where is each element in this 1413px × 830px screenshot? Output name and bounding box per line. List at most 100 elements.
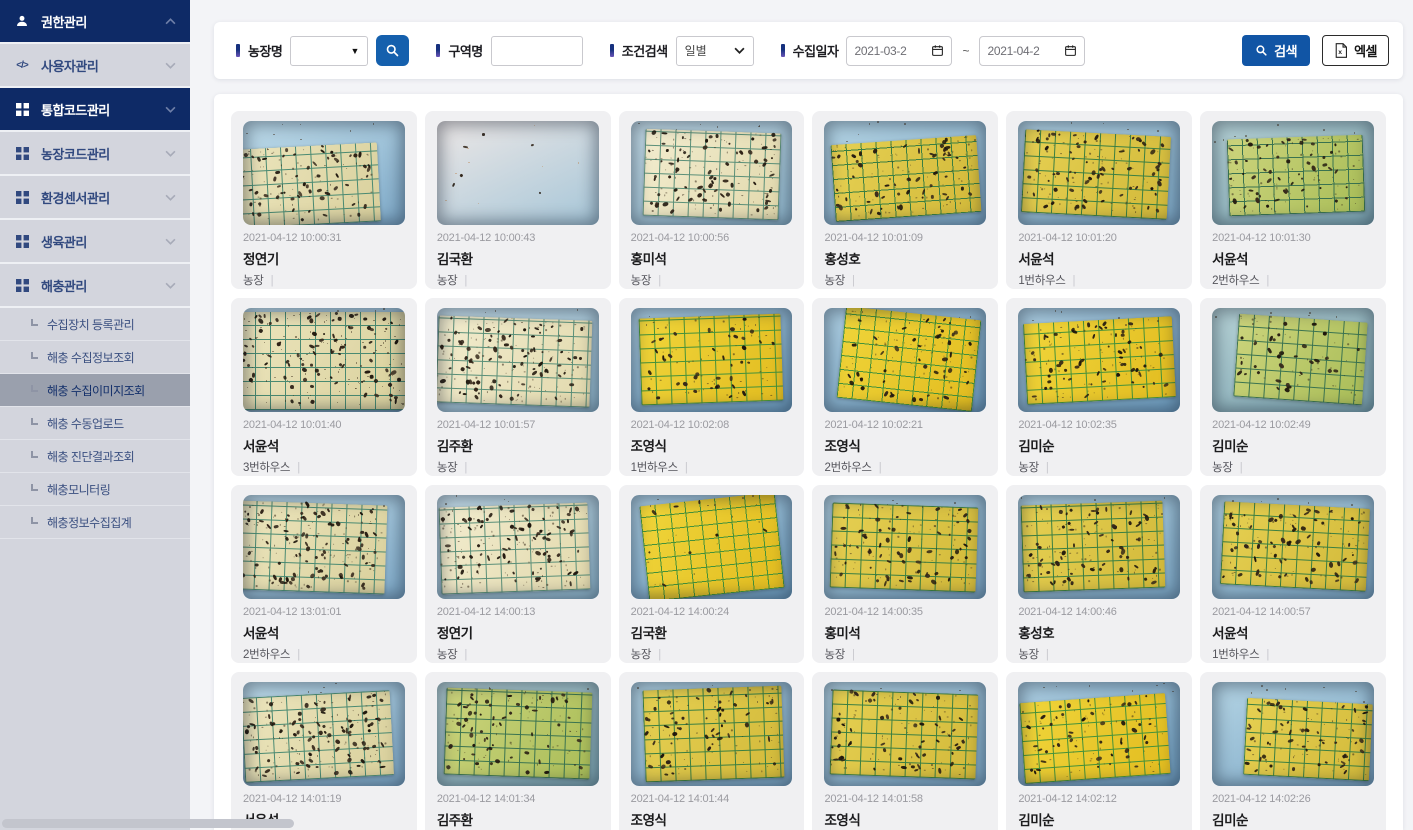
image-card[interactable]: 2021-04-12 14:00:35 홍미석 농장| — [812, 485, 998, 663]
image-card[interactable]: 2021-04-12 14:00:46 홍성호 농장| — [1006, 485, 1192, 663]
chevron-down-icon — [165, 238, 176, 245]
sticky-trap — [642, 686, 784, 782]
sidebar-subitem-해충정보수집집계[interactable]: 해충정보수집집계 — [0, 506, 190, 539]
date-from-input[interactable]: 2021-03-2 — [846, 36, 952, 66]
farmer-name: 김국환 — [437, 248, 599, 268]
excel-button[interactable]: x 엑셀 — [1322, 35, 1389, 66]
image-card[interactable]: 2021-04-12 10:01:57 김주환 농장| — [425, 298, 611, 476]
trap-photo-thumbnail — [1212, 121, 1374, 225]
image-card[interactable]: 2021-04-12 10:01:09 홍성호 농장| — [812, 111, 998, 289]
horizontal-scrollbar[interactable] — [2, 819, 294, 828]
sticky-trap — [243, 501, 387, 595]
zone-name-label: 구역명 — [448, 41, 482, 60]
capture-datetime: 2021-04-12 14:01:34 — [437, 793, 599, 805]
search-icon — [1255, 44, 1268, 57]
chevron-down-icon — [165, 106, 176, 113]
zone-divider: | — [658, 275, 661, 287]
sticky-trap — [1023, 317, 1176, 406]
sidebar-subitem-해충 수동업로드[interactable]: 해충 수동업로드 — [0, 407, 190, 440]
capture-datetime: 2021-04-12 10:02:21 — [824, 419, 986, 431]
chevron-down-icon — [165, 282, 176, 289]
search-icon — [385, 43, 400, 58]
sidebar-item-생육관리[interactable]: 생육관리 — [0, 220, 190, 264]
zone-name: 1번하우스| — [631, 459, 793, 475]
sidebar-subitem-label: 해충 수집이미지조회 — [47, 382, 145, 399]
farmer-name: 김미순 — [1018, 435, 1180, 455]
filter-bar: 농장명 ▼ 구역명 조건검색 일 — [214, 22, 1403, 79]
image-card[interactable]: 2021-04-12 10:01:40 서윤석 3번하우스| — [231, 298, 417, 476]
zone-name: 농장| — [437, 272, 599, 288]
image-card[interactable]: 2021-04-12 14:01:34 김주환 | — [425, 672, 611, 830]
sidebar-item-사용자관리[interactable]: </> 사용자관리 — [0, 44, 190, 88]
calendar-icon — [1064, 44, 1077, 57]
farmer-name: 정연기 — [243, 248, 405, 268]
sidebar-item-해충관리[interactable]: 해충관리 — [0, 264, 190, 308]
sidebar-item-권한관리[interactable]: 권한관리 — [0, 0, 190, 44]
farm-name-group: 농장명 ▼ — [236, 35, 409, 66]
zone-divider: | — [464, 649, 467, 661]
sidebar-subitem-해충 수집정보조회[interactable]: 해충 수집정보조회 — [0, 341, 190, 374]
zone-divider: | — [1046, 462, 1049, 474]
search-button[interactable]: 검색 — [1242, 35, 1310, 66]
filter-actions: 검색 x 엑셀 — [1242, 35, 1389, 66]
trap-photo-thumbnail — [1018, 682, 1180, 786]
sidebar-subitem-수집장치 등록관리[interactable]: 수집장치 등록관리 — [0, 308, 190, 341]
trap-photo-thumbnail — [631, 495, 793, 599]
image-card[interactable]: 2021-04-12 14:00:57 서윤석 1번하우스| — [1200, 485, 1386, 663]
sidebar-item-통합코드관리[interactable]: 통합코드관리 — [0, 88, 190, 132]
image-card[interactable]: 2021-04-12 14:01:44 조영식 | — [619, 672, 805, 830]
image-card[interactable]: 2021-04-12 14:00:24 김국환 농장| — [619, 485, 805, 663]
sidebar-subitem-해충 수집이미지조회[interactable]: 해충 수집이미지조회 — [0, 374, 190, 407]
trap-photo-thumbnail — [437, 121, 599, 225]
image-card[interactable]: 2021-04-12 14:01:58 조영식 | — [812, 672, 998, 830]
zone-name: 1번하우스| — [1212, 646, 1374, 662]
image-card[interactable]: 2021-04-12 14:02:12 김미순 | — [1006, 672, 1192, 830]
farm-name-select[interactable]: ▼ — [290, 36, 368, 66]
zone-divider: | — [297, 462, 300, 474]
image-card-grid: 2021-04-12 10:00:31 정연기 농장| 2021-04-12 1… — [231, 111, 1386, 830]
image-card[interactable]: 2021-04-12 14:02:26 김미순 | — [1200, 672, 1386, 830]
image-card[interactable]: 2021-04-12 10:00:56 홍미석 농장| — [619, 111, 805, 289]
capture-datetime: 2021-04-12 10:02:08 — [631, 419, 793, 431]
image-card[interactable]: 2021-04-12 14:00:13 정연기 농장| — [425, 485, 611, 663]
trap-photo-thumbnail — [243, 121, 405, 225]
date-to-input[interactable]: 2021-04-2 — [979, 36, 1085, 66]
svg-text:x: x — [1338, 49, 1342, 56]
image-card[interactable]: 2021-04-12 14:01:19 서윤석 | — [231, 672, 417, 830]
condition-select[interactable]: 일별 — [676, 36, 754, 66]
image-card[interactable]: 2021-04-12 13:01:01 서윤석 2번하우스| — [231, 485, 417, 663]
zone-divider: | — [852, 275, 855, 287]
zone-divider: | — [464, 462, 467, 474]
sticky-trap — [1019, 693, 1170, 784]
image-card[interactable]: 2021-04-12 10:00:43 김국환 농장| — [425, 111, 611, 289]
condition-group: 조건검색 일별 — [610, 36, 754, 66]
trap-photo-thumbnail — [243, 308, 405, 412]
farmer-name: 조영식 — [631, 809, 793, 829]
sticky-trap — [642, 129, 781, 221]
image-card[interactable]: 2021-04-12 10:02:49 김미순 농장| — [1200, 298, 1386, 476]
sticky-trap — [1220, 502, 1370, 593]
zone-name-input[interactable] — [491, 36, 583, 66]
capture-datetime: 2021-04-12 10:00:43 — [437, 232, 599, 244]
image-card[interactable]: 2021-04-12 10:02:35 김미순 농장| — [1006, 298, 1192, 476]
sidebar-subitem-label: 수집장치 등록관리 — [47, 316, 134, 333]
zone-divider: | — [1073, 275, 1076, 287]
zone-divider: | — [271, 275, 274, 287]
sidebar-subitem-해충모니터링[interactable]: 해충모니터링 — [0, 473, 190, 506]
label-bar-icon — [236, 44, 240, 57]
farm-name-label: 농장명 — [248, 41, 282, 60]
tree-branch-icon — [31, 319, 38, 326]
image-card[interactable]: 2021-04-12 10:01:30 서윤석 2번하우스| — [1200, 111, 1386, 289]
zone-name: 농장| — [243, 272, 405, 288]
image-card[interactable]: 2021-04-12 10:00:31 정연기 농장| — [231, 111, 417, 289]
sticky-trap — [1020, 501, 1165, 593]
sidebar-item-환경센서관리[interactable]: 환경센서관리 — [0, 176, 190, 220]
farm-search-button[interactable] — [376, 35, 409, 66]
sidebar-subitem-해충 진단결과조회[interactable]: 해충 진단결과조회 — [0, 440, 190, 473]
sidebar-item-농장코드관리[interactable]: 농장코드관리 — [0, 132, 190, 176]
image-card[interactable]: 2021-04-12 10:02:21 조영식 2번하우스| — [812, 298, 998, 476]
image-card[interactable]: 2021-04-12 10:02:08 조영식 1번하우스| — [619, 298, 805, 476]
tree-branch-icon — [31, 451, 38, 458]
farmer-name: 홍성호 — [824, 248, 986, 268]
image-card[interactable]: 2021-04-12 10:01:20 서윤석 1번하우스| — [1006, 111, 1192, 289]
